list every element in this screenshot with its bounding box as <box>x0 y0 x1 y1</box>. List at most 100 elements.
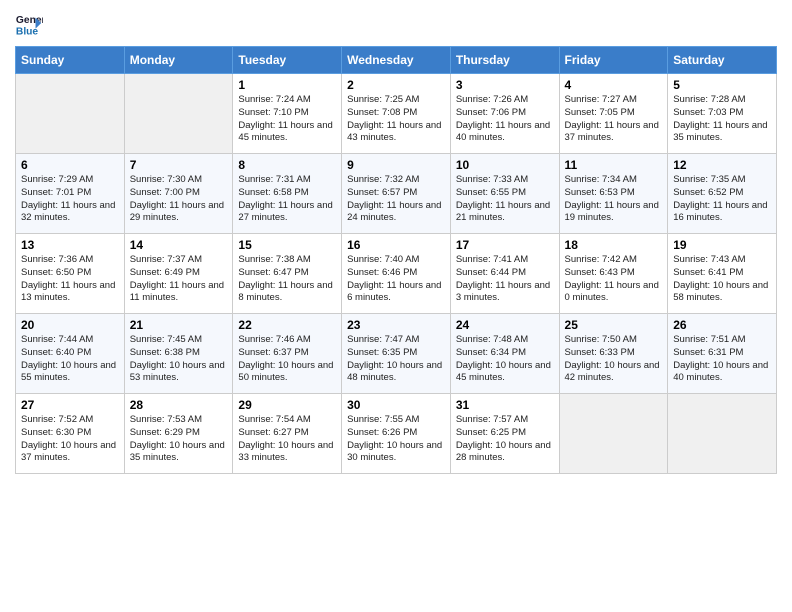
cell-day-number: 24 <box>456 318 554 332</box>
calendar-cell: 5 Sunrise: 7:28 AMSunset: 7:03 PMDaylight… <box>668 74 777 154</box>
cell-day-number: 14 <box>130 238 228 252</box>
cell-day-number: 7 <box>130 158 228 172</box>
cell-sun-info: Sunrise: 7:46 AMSunset: 6:37 PMDaylight:… <box>238 334 336 385</box>
page-header: General Blue <box>15 10 777 38</box>
calendar-cell: 25 Sunrise: 7:50 AMSunset: 6:33 PMDayligh… <box>559 314 668 394</box>
cell-day-number: 9 <box>347 158 445 172</box>
calendar-cell: 24 Sunrise: 7:48 AMSunset: 6:34 PMDayligh… <box>450 314 559 394</box>
cell-day-number: 3 <box>456 78 554 92</box>
calendar-cell: 15 Sunrise: 7:38 AMSunset: 6:47 PMDayligh… <box>233 234 342 314</box>
cell-sun-info: Sunrise: 7:42 AMSunset: 6:43 PMDaylight:… <box>565 254 663 305</box>
calendar-cell <box>124 74 233 154</box>
logo: General Blue <box>15 10 43 38</box>
cell-sun-info: Sunrise: 7:29 AMSunset: 7:01 PMDaylight:… <box>21 174 119 225</box>
cell-sun-info: Sunrise: 7:26 AMSunset: 7:06 PMDaylight:… <box>456 94 554 145</box>
calendar-cell: 14Sunrise: 7:37 AMSunset: 6:49 PMDayligh… <box>124 234 233 314</box>
calendar-cell: 12Sunrise: 7:35 AMSunset: 6:52 PMDayligh… <box>668 154 777 234</box>
cell-day-number: 5 <box>673 78 771 92</box>
weekday-header: Saturday <box>668 47 777 74</box>
cell-sun-info: Sunrise: 7:24 AMSunset: 7:10 PMDaylight:… <box>238 94 336 145</box>
calendar-cell: 29 Sunrise: 7:54 AMSunset: 6:27 PMDayligh… <box>233 394 342 474</box>
calendar-cell: 16 Sunrise: 7:40 AMSunset: 6:46 PMDayligh… <box>342 234 451 314</box>
calendar-cell: 17 Sunrise: 7:41 AMSunset: 6:44 PMDayligh… <box>450 234 559 314</box>
calendar-cell: 19 Sunrise: 7:43 AMSunset: 6:41 PMDayligh… <box>668 234 777 314</box>
cell-day-number: 22 <box>238 318 336 332</box>
calendar-cell: 9 Sunrise: 7:32 AMSunset: 6:57 PMDaylight… <box>342 154 451 234</box>
cell-sun-info: Sunrise: 7:51 AMSunset: 6:31 PMDaylight:… <box>673 334 771 385</box>
cell-sun-info: Sunrise: 7:48 AMSunset: 6:34 PMDaylight:… <box>456 334 554 385</box>
calendar-cell: 1 Sunrise: 7:24 AMSunset: 7:10 PMDaylight… <box>233 74 342 154</box>
calendar-week-row: 6 Sunrise: 7:29 AMSunset: 7:01 PMDaylight… <box>16 154 777 234</box>
calendar-cell: 28Sunrise: 7:53 AMSunset: 6:29 PMDayligh… <box>124 394 233 474</box>
cell-sun-info: Sunrise: 7:31 AMSunset: 6:58 PMDaylight:… <box>238 174 336 225</box>
cell-sun-info: Sunrise: 7:40 AMSunset: 6:46 PMDaylight:… <box>347 254 445 305</box>
cell-day-number: 16 <box>347 238 445 252</box>
cell-day-number: 15 <box>238 238 336 252</box>
cell-sun-info: Sunrise: 7:44 AMSunset: 6:40 PMDaylight:… <box>21 334 119 385</box>
calendar-week-row: 1 Sunrise: 7:24 AMSunset: 7:10 PMDaylight… <box>16 74 777 154</box>
calendar-cell: 4Sunrise: 7:27 AMSunset: 7:05 PMDaylight… <box>559 74 668 154</box>
calendar-cell <box>559 394 668 474</box>
calendar-cell: 23 Sunrise: 7:47 AMSunset: 6:35 PMDayligh… <box>342 314 451 394</box>
weekday-header: Wednesday <box>342 47 451 74</box>
cell-sun-info: Sunrise: 7:34 AMSunset: 6:53 PMDaylight:… <box>565 174 663 225</box>
cell-sun-info: Sunrise: 7:54 AMSunset: 6:27 PMDaylight:… <box>238 414 336 465</box>
cell-sun-info: Sunrise: 7:50 AMSunset: 6:33 PMDaylight:… <box>565 334 663 385</box>
calendar-cell: 20 Sunrise: 7:44 AMSunset: 6:40 PMDayligh… <box>16 314 125 394</box>
calendar-cell <box>16 74 125 154</box>
calendar-cell: 6 Sunrise: 7:29 AMSunset: 7:01 PMDaylight… <box>16 154 125 234</box>
cell-day-number: 20 <box>21 318 119 332</box>
cell-day-number: 8 <box>238 158 336 172</box>
cell-day-number: 18 <box>565 238 663 252</box>
cell-day-number: 27 <box>21 398 119 412</box>
weekday-header: Sunday <box>16 47 125 74</box>
calendar-cell: 3 Sunrise: 7:26 AMSunset: 7:06 PMDaylight… <box>450 74 559 154</box>
cell-day-number: 26 <box>673 318 771 332</box>
cell-day-number: 19 <box>673 238 771 252</box>
cell-day-number: 21 <box>130 318 228 332</box>
cell-day-number: 25 <box>565 318 663 332</box>
calendar-cell: 31Sunrise: 7:57 AMSunset: 6:25 PMDayligh… <box>450 394 559 474</box>
cell-sun-info: Sunrise: 7:52 AMSunset: 6:30 PMDaylight:… <box>21 414 119 465</box>
cell-day-number: 13 <box>21 238 119 252</box>
cell-sun-info: Sunrise: 7:32 AMSunset: 6:57 PMDaylight:… <box>347 174 445 225</box>
calendar-week-row: 20 Sunrise: 7:44 AMSunset: 6:40 PMDayligh… <box>16 314 777 394</box>
cell-day-number: 1 <box>238 78 336 92</box>
calendar-table: SundayMondayTuesdayWednesdayThursdayFrid… <box>15 46 777 474</box>
cell-day-number: 11 <box>565 158 663 172</box>
calendar-cell: 22 Sunrise: 7:46 AMSunset: 6:37 PMDayligh… <box>233 314 342 394</box>
calendar-cell: 21 Sunrise: 7:45 AMSunset: 6:38 PMDayligh… <box>124 314 233 394</box>
calendar-cell: 26 Sunrise: 7:51 AMSunset: 6:31 PMDayligh… <box>668 314 777 394</box>
cell-day-number: 31 <box>456 398 554 412</box>
calendar-cell: 13 Sunrise: 7:36 AMSunset: 6:50 PMDayligh… <box>16 234 125 314</box>
cell-sun-info: Sunrise: 7:41 AMSunset: 6:44 PMDaylight:… <box>456 254 554 305</box>
weekday-header: Tuesday <box>233 47 342 74</box>
cell-sun-info: Sunrise: 7:53 AMSunset: 6:29 PMDaylight:… <box>130 414 228 465</box>
cell-sun-info: Sunrise: 7:30 AMSunset: 7:00 PMDaylight:… <box>130 174 228 225</box>
cell-day-number: 6 <box>21 158 119 172</box>
cell-day-number: 29 <box>238 398 336 412</box>
calendar-cell: 18 Sunrise: 7:42 AMSunset: 6:43 PMDayligh… <box>559 234 668 314</box>
cell-sun-info: Sunrise: 7:25 AMSunset: 7:08 PMDaylight:… <box>347 94 445 145</box>
cell-day-number: 2 <box>347 78 445 92</box>
cell-sun-info: Sunrise: 7:47 AMSunset: 6:35 PMDaylight:… <box>347 334 445 385</box>
calendar-cell <box>668 394 777 474</box>
weekday-header: Thursday <box>450 47 559 74</box>
cell-sun-info: Sunrise: 7:38 AMSunset: 6:47 PMDaylight:… <box>238 254 336 305</box>
cell-sun-info: Sunrise: 7:33 AMSunset: 6:55 PMDaylight:… <box>456 174 554 225</box>
cell-sun-info: Sunrise: 7:36 AMSunset: 6:50 PMDaylight:… <box>21 254 119 305</box>
calendar-week-row: 13 Sunrise: 7:36 AMSunset: 6:50 PMDayligh… <box>16 234 777 314</box>
calendar-cell: 10 Sunrise: 7:33 AMSunset: 6:55 PMDayligh… <box>450 154 559 234</box>
calendar-cell: 8 Sunrise: 7:31 AMSunset: 6:58 PMDaylight… <box>233 154 342 234</box>
calendar-cell: 11 Sunrise: 7:34 AMSunset: 6:53 PMDayligh… <box>559 154 668 234</box>
cell-day-number: 17 <box>456 238 554 252</box>
cell-sun-info: Sunrise: 7:45 AMSunset: 6:38 PMDaylight:… <box>130 334 228 385</box>
cell-day-number: 10 <box>456 158 554 172</box>
calendar-cell: 27 Sunrise: 7:52 AMSunset: 6:30 PMDayligh… <box>16 394 125 474</box>
cell-sun-info: Sunrise: 7:43 AMSunset: 6:41 PMDaylight:… <box>673 254 771 305</box>
cell-day-number: 23 <box>347 318 445 332</box>
cell-sun-info: Sunrise: 7:28 AMSunset: 7:03 PMDaylight:… <box>673 94 771 145</box>
cell-day-number: 30 <box>347 398 445 412</box>
cell-day-number: 12 <box>673 158 771 172</box>
calendar-cell: 2 Sunrise: 7:25 AMSunset: 7:08 PMDaylight… <box>342 74 451 154</box>
